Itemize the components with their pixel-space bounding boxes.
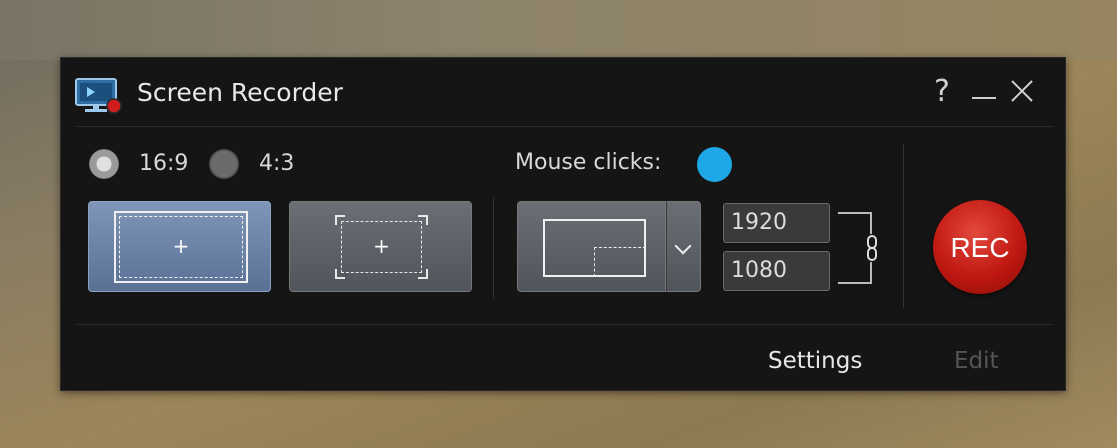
- divider: [77, 126, 1053, 127]
- minimize-icon: [972, 97, 996, 99]
- region-capture-button[interactable]: +: [289, 201, 472, 292]
- aspect-4-3-label[interactable]: 4:3: [259, 151, 294, 176]
- help-button[interactable]: ?: [934, 74, 950, 110]
- region-frame-icon: +: [335, 215, 428, 279]
- mouse-clicks-color-swatch[interactable]: [697, 147, 732, 182]
- screen-recorder-icon: [75, 78, 122, 114]
- window-title: Screen Recorder: [137, 78, 343, 107]
- edit-link-disabled: Edit: [954, 348, 999, 374]
- link-bracket: [838, 212, 872, 234]
- aspect-16-9-radio[interactable]: [89, 149, 119, 179]
- width-input[interactable]: 1920: [723, 203, 830, 243]
- record-label: REC: [950, 232, 1010, 263]
- resolution-preset-button[interactable]: [517, 201, 666, 292]
- title-bar[interactable]: Screen Recorder ?: [61, 58, 1067, 128]
- height-input[interactable]: 1080: [723, 251, 830, 291]
- resolution-preset-icon: [543, 219, 646, 277]
- resolution-preset-dropdown[interactable]: [666, 201, 701, 292]
- divider: [903, 144, 904, 308]
- plus-icon: +: [373, 233, 390, 258]
- fullscreen-frame-icon: +: [114, 211, 248, 283]
- screen-recorder-window: Screen Recorder ? 16:9 4:3 + + Mouse cli…: [60, 57, 1066, 391]
- aspect-16-9-label[interactable]: 16:9: [139, 151, 188, 176]
- record-button[interactable]: REC: [933, 200, 1027, 294]
- close-button[interactable]: [1007, 74, 1037, 113]
- divider: [77, 324, 1053, 325]
- link-bracket: [838, 262, 872, 284]
- plus-icon: +: [172, 233, 190, 258]
- settings-link[interactable]: Settings: [768, 348, 862, 374]
- chevron-down-icon: [674, 237, 692, 255]
- divider: [493, 198, 494, 298]
- chain-link-icon[interactable]: [860, 234, 884, 262]
- desktop-background: [0, 0, 1117, 60]
- minimize-button[interactable]: [969, 74, 999, 113]
- close-icon: [1011, 80, 1033, 102]
- fullscreen-capture-button[interactable]: +: [88, 201, 271, 292]
- chain-link-icon-glyph: [867, 235, 877, 261]
- aspect-4-3-radio[interactable]: [209, 149, 239, 179]
- mouse-clicks-label: Mouse clicks:: [515, 150, 662, 175]
